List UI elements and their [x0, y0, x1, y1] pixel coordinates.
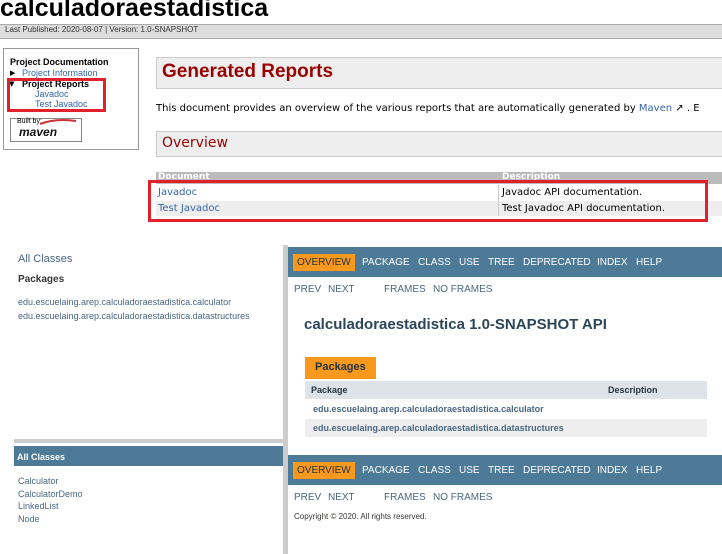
package-link-datastructures[interactable]: edu.escuelaing.arep.calculadoraestadisti… [18, 311, 250, 321]
subnav-noframes-bottom[interactable]: NO FRAMES [433, 492, 492, 503]
packages-label: Packages [18, 274, 65, 285]
nav-index-bottom[interactable]: INDEX [597, 465, 628, 476]
intro-paragraph: This document provides an overview of th… [156, 103, 700, 114]
subnav-next-bottom[interactable]: NEXT [328, 492, 355, 503]
collapsed-arrow-icon: ▶ [10, 69, 16, 77]
all-classes-title: All Classes [17, 452, 66, 462]
class-link-calculatordemo[interactable]: CalculatorDemo [18, 489, 83, 499]
header-pkg-description: Description [608, 385, 658, 395]
nav-tree-top[interactable]: TREE [488, 257, 515, 268]
nav-project-information[interactable]: Project Information [22, 68, 98, 78]
nav-tree-bottom[interactable]: TREE [488, 465, 515, 476]
frame-divider-vertical[interactable] [283, 245, 288, 554]
nav-overview-top[interactable]: OVERVIEW [293, 254, 355, 271]
subnav-prev-bottom[interactable]: PREV [294, 492, 321, 503]
header-package: Package [311, 385, 348, 395]
subnav-frames-bottom[interactable]: FRAMES [384, 492, 426, 503]
overview-title: Overview [162, 135, 228, 151]
packages-tab-label: Packages [315, 361, 366, 373]
nav-use-bottom[interactable]: USE [459, 465, 480, 476]
package-link-calculator[interactable]: edu.escuelaing.arep.calculadoraestadisti… [18, 297, 231, 307]
subnav-next-top[interactable]: NEXT [328, 284, 355, 295]
nav-help-bottom[interactable]: HELP [636, 465, 662, 476]
copyright: Copyright © 2020. All rights reserved. [294, 512, 427, 521]
page-title: Generated Reports [162, 61, 334, 82]
maven-link[interactable]: Maven [639, 103, 672, 114]
maven-logo: maven [19, 125, 58, 139]
class-link-node[interactable]: Node [18, 514, 40, 524]
nav-class-bottom[interactable]: CLASS [418, 465, 451, 476]
frame-divider-horizontal[interactable] [14, 439, 283, 443]
subnav-noframes-top[interactable]: NO FRAMES [433, 284, 492, 295]
nav-heading: Project Documentation [10, 57, 109, 67]
nav-overview-bottom[interactable]: OVERVIEW [293, 462, 355, 479]
intro-suffix: ↗ . E [672, 103, 700, 114]
nav-help-top[interactable]: HELP [636, 257, 662, 268]
nav-index-top[interactable]: INDEX [597, 257, 628, 268]
api-title: calculadoraestadistica 1.0-SNAPSHOT API [304, 316, 607, 333]
package-row-calculator[interactable]: edu.escuelaing.arep.calculadoraestadisti… [313, 404, 544, 414]
all-classes-link[interactable]: All Classes [18, 253, 72, 265]
nav-deprecated-bottom[interactable]: DEPRECATED [523, 465, 591, 476]
highlight-box-table [148, 180, 708, 222]
overview-header [156, 131, 722, 157]
subnav-prev-top[interactable]: PREV [294, 284, 321, 295]
intro-text: This document provides an overview of th… [156, 103, 639, 114]
nav-class-top[interactable]: CLASS [418, 257, 451, 268]
subnav-frames-top[interactable]: FRAMES [384, 284, 426, 295]
package-row-datastructures[interactable]: edu.escuelaing.arep.calculadoraestadisti… [313, 423, 564, 433]
nav-package-bottom[interactable]: PACKAGE [362, 465, 410, 476]
nav-use-top[interactable]: USE [459, 257, 480, 268]
nav-package-top[interactable]: PACKAGE [362, 257, 410, 268]
published-info: Last Published: 2020-08-07 | Version: 1.… [5, 25, 199, 34]
class-link-calculator[interactable]: Calculator [18, 476, 59, 486]
class-link-linkedlist[interactable]: LinkedList [18, 501, 59, 511]
nav-deprecated-top[interactable]: DEPRECATED [523, 257, 591, 268]
site-title: calculadoraestadistica [0, 0, 269, 22]
highlight-box-nav [7, 78, 106, 112]
